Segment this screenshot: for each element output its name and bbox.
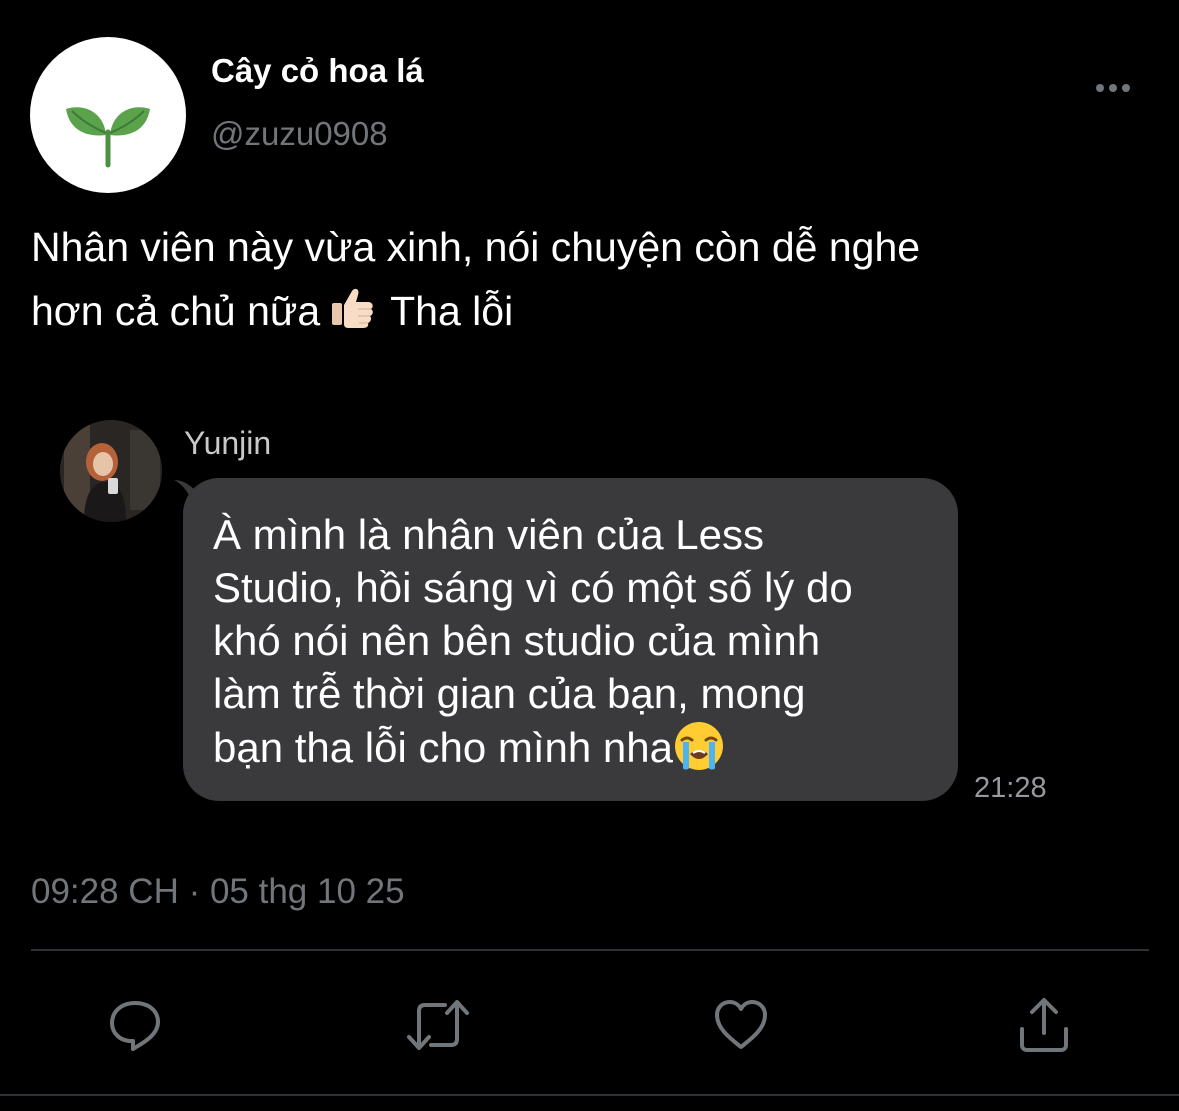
more-options-button[interactable] [1090, 70, 1140, 106]
retweet-icon [407, 1000, 469, 1050]
share-button[interactable] [1009, 990, 1079, 1060]
retweet-button[interactable] [403, 990, 473, 1060]
author-avatar[interactable] [30, 37, 186, 193]
like-button[interactable] [706, 990, 776, 1060]
tweet-timestamp[interactable]: 09:28 CH · 05 thg 10 25 [31, 872, 405, 912]
bottom-divider [0, 1094, 1179, 1096]
chat-sender-avatar [60, 420, 162, 522]
reply-icon [110, 1001, 160, 1051]
action-bar-divider [31, 949, 1149, 951]
chat-message-time: 21:28 [974, 772, 1047, 804]
chat-message-line: À mình là nhân viên của Less [213, 511, 765, 558]
author-handle[interactable]: @zuzu0908 [211, 115, 388, 153]
chat-message-line: làm trễ thời gian của bạn, mong [213, 670, 806, 717]
thumbs-up-emoji [332, 288, 373, 328]
tweet-text-line-1: Nhân viên này vừa xinh, nói chuyện còn d… [31, 224, 921, 270]
chat-message-text: À mình là nhân viên của Less Studio, hồi… [213, 508, 943, 774]
more-dots-icon [1096, 84, 1130, 92]
chat-message-line: bạn tha lỗi cho mình nha [213, 724, 673, 771]
reply-button[interactable] [100, 990, 170, 1060]
share-icon [1020, 998, 1068, 1052]
chat-sender-name: Yunjin [184, 425, 272, 461]
author-display-name[interactable]: Cây cỏ hoa lá [211, 52, 424, 90]
chat-message-line: Studio, hồi sáng vì có một số lý do [213, 564, 853, 611]
tweet-text-line-2-start: hơn cả chủ nữa [31, 288, 321, 334]
loudly-crying-emoji [675, 722, 723, 770]
like-icon [715, 1000, 767, 1049]
chat-message-line: khó nói nên bên studio của mình [213, 617, 821, 664]
sprout-icon [66, 107, 150, 168]
tweet-text: Nhân viên này vừa xinh, nói chuyện còn d… [31, 215, 1151, 343]
chat-message-line-last: bạn tha lỗi cho mình nha [213, 720, 943, 774]
tweet-text-line-2-end: Tha lỗi [390, 288, 514, 334]
person-photo-icon [60, 420, 162, 522]
tweet-text-line-2: hơn cả chủ nữa Tha lỗi [31, 279, 1151, 343]
